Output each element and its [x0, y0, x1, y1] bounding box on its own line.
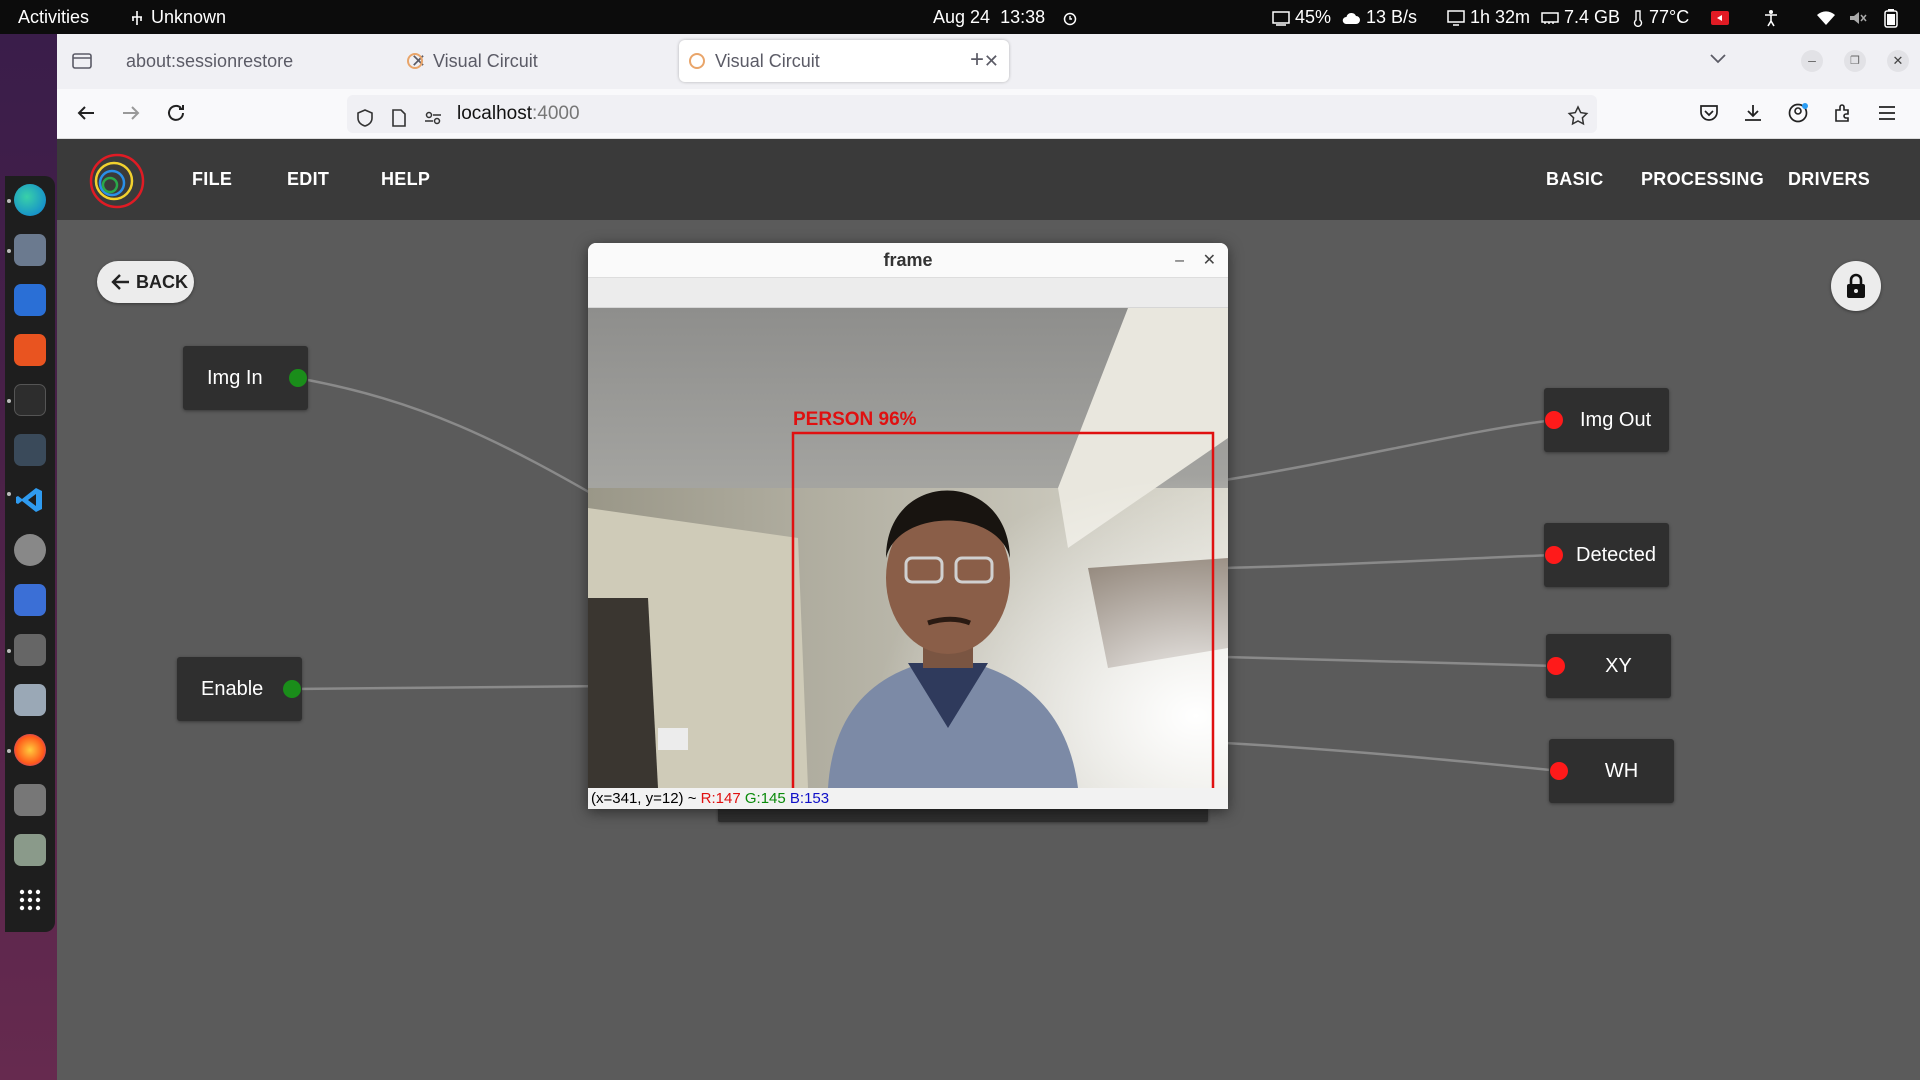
- camera-frame-image[interactable]: PERSON 96%: [588, 308, 1228, 788]
- node-wh[interactable]: WH: [1549, 739, 1674, 803]
- lock-icon: [1847, 273, 1865, 298]
- node-label: Img In: [207, 367, 263, 389]
- wire-detected: [1224, 553, 1555, 570]
- arrow-left-icon: [111, 274, 129, 290]
- frame-close-icon[interactable]: ✕: [1203, 243, 1216, 278]
- frame-minimize-icon[interactable]: –: [1175, 243, 1184, 278]
- node-detected[interactable]: Detected: [1544, 523, 1669, 587]
- frame-title: frame: [883, 250, 933, 270]
- status-red: R:147: [700, 790, 741, 807]
- status-blue: B:153: [789, 790, 830, 807]
- frame-title-bar[interactable]: frame – ✕: [588, 243, 1228, 278]
- frame-window[interactable]: frame – ✕ PERSON 96% (x=341, y=12) ~ R:1…: [588, 243, 1228, 809]
- status-green: G:145: [744, 790, 786, 807]
- node-label: WH: [1604, 760, 1639, 782]
- wire-img-in: [296, 376, 621, 512]
- node-label: Enable: [201, 678, 264, 700]
- output-port[interactable]: [283, 680, 301, 698]
- node-label: Img Out: [1580, 409, 1652, 431]
- output-port[interactable]: [289, 369, 307, 387]
- status-coords: (x=341, y=12) ~: [591, 790, 697, 807]
- wire-img-out: [1224, 418, 1555, 482]
- node-label: XY: [1605, 655, 1632, 677]
- node-label: Detected: [1576, 544, 1657, 566]
- back-label: BACK: [136, 272, 188, 292]
- detection-label: PERSON 96%: [793, 409, 917, 430]
- wire-xy: [1224, 655, 1557, 668]
- node-xy[interactable]: XY: [1546, 634, 1671, 698]
- wire-enable: [291, 684, 611, 691]
- wire-wh: [1224, 741, 1561, 773]
- back-button[interactable]: BACK: [97, 261, 194, 303]
- frame-status-bar: (x=341, y=12) ~ R:147 G:145 B:153: [588, 788, 1228, 809]
- frame-toolbar: [588, 278, 1228, 308]
- lock-button[interactable]: [1831, 261, 1881, 311]
- node-enable[interactable]: Enable: [177, 657, 302, 721]
- node-img-out[interactable]: Img Out: [1544, 388, 1669, 452]
- camera-scene: PERSON 96%: [588, 308, 1228, 788]
- input-port[interactable]: [1545, 546, 1563, 564]
- input-port[interactable]: [1545, 411, 1563, 429]
- node-img-in[interactable]: Img In: [183, 346, 308, 410]
